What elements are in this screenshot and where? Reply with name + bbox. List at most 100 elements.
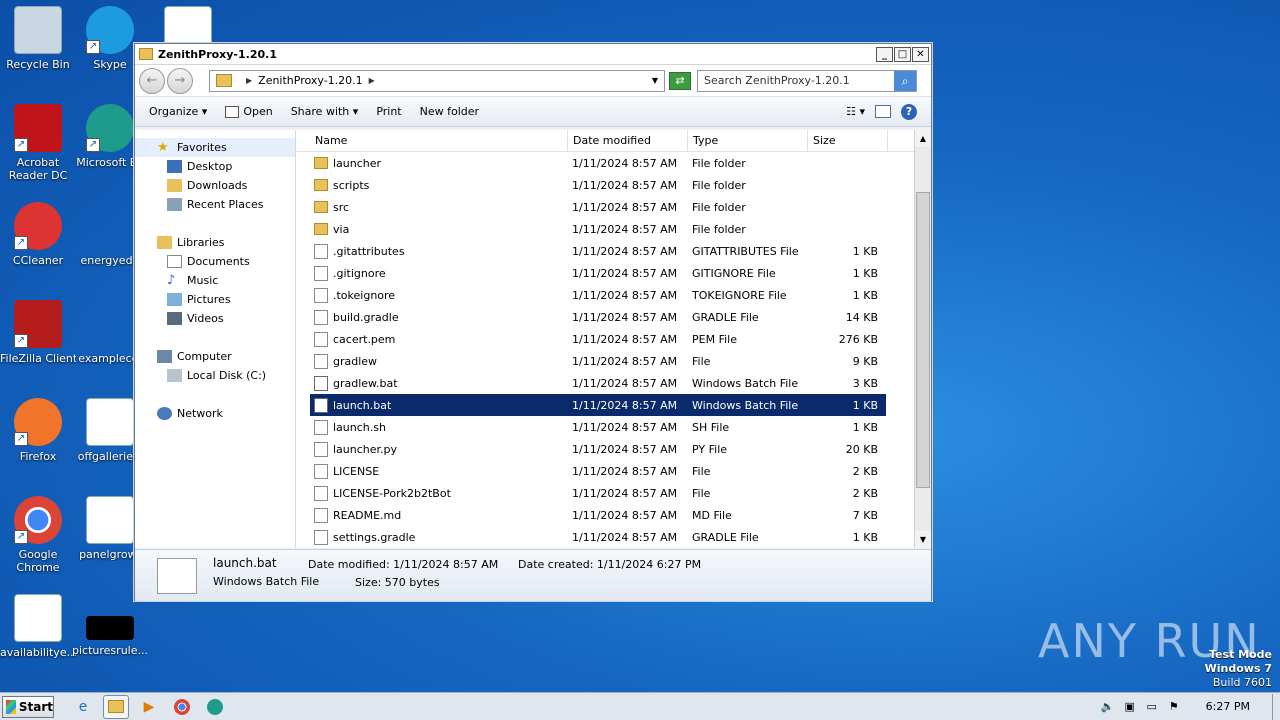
column-type[interactable]: Type — [688, 130, 808, 151]
file-row[interactable]: launcher.py 1/11/2024 8:57 AM PY File 20 KB — [310, 438, 886, 460]
nav-local-disk[interactable]: Local Disk (C:) — [135, 366, 295, 385]
nav-label: Pictures — [187, 293, 231, 306]
chrome-taskbar-icon[interactable] — [169, 695, 195, 719]
organize-button[interactable]: Organize ▾ — [149, 105, 207, 118]
file-name-cell: build.gradle — [310, 309, 568, 325]
refresh-button[interactable]: ⇄ — [669, 71, 691, 90]
file-row[interactable]: launcher 1/11/2024 8:57 AM File folder — [310, 152, 886, 174]
file-row[interactable]: build.gradle 1/11/2024 8:57 AM GRADLE File… — [310, 306, 886, 328]
nav-label: Downloads — [187, 179, 248, 192]
file-row[interactable]: .tokeignore 1/11/2024 8:57 AM TOKEIGNORE F… — [310, 284, 886, 306]
drive-icon — [167, 369, 182, 382]
explorer-taskbar-icon[interactable] — [103, 694, 129, 719]
title-bar[interactable]: ZenithProxy-1.20.1 _ □ ✕ — [135, 44, 931, 65]
file-row[interactable]: scripts 1/11/2024 8:57 AM File folder — [310, 174, 886, 196]
nav-pictures[interactable]: Pictures — [135, 290, 295, 309]
action-center-flag-icon[interactable]: ⚑ — [1166, 700, 1182, 713]
desktop-icon-chrome[interactable]: ↗ Google Chrome — [0, 496, 76, 574]
share-with-button[interactable]: Share with ▾ — [291, 105, 359, 118]
nav-documents[interactable]: Documents — [135, 252, 295, 271]
chevron-down-icon[interactable]: ▼ — [646, 76, 664, 85]
back-button[interactable]: ← — [139, 67, 165, 94]
print-button[interactable]: Print — [376, 105, 401, 118]
details-size: Size: 570 bytes — [355, 576, 440, 589]
file-icon — [314, 463, 328, 479]
desktop-icon-firefox[interactable]: ↗ Firefox — [0, 398, 76, 463]
nav-downloads[interactable]: Downloads — [135, 176, 295, 195]
open-button[interactable]: Open — [225, 105, 273, 118]
nav-computer[interactable]: Computer — [135, 347, 295, 366]
media-player-taskbar-icon[interactable]: ▶ — [136, 695, 162, 719]
chevron-right-icon[interactable]: ▶ — [246, 76, 252, 85]
show-desktop-button[interactable] — [1272, 693, 1280, 720]
nav-desktop[interactable]: Desktop — [135, 157, 295, 176]
file-row[interactable]: README.md 1/11/2024 8:57 AM MD File 7 KB — [310, 504, 886, 526]
file-row[interactable]: gradlew.bat 1/11/2024 8:57 AM Windows Batc… — [310, 372, 886, 394]
file-type: PY File — [692, 442, 728, 456]
nav-label: Computer — [177, 350, 232, 363]
file-type: PEM File — [692, 332, 737, 346]
desktop-icon-filezilla[interactable]: ↗ FileZilla Client — [0, 300, 76, 365]
nav-videos[interactable]: Videos — [135, 309, 295, 328]
nav-recent-places[interactable]: Recent Places — [135, 195, 295, 214]
file-name-cell: .gitignore — [310, 265, 568, 281]
new-folder-button[interactable]: New folder — [420, 105, 479, 118]
maximize-button[interactable]: □ — [894, 46, 911, 62]
search-icon[interactable]: ⌕ — [894, 70, 916, 91]
address-bar[interactable]: ▶ ZenithProxy-1.20.1 ▶ ▼ — [209, 69, 665, 92]
file-row[interactable]: src 1/11/2024 8:57 AM File folder — [310, 196, 886, 218]
file-row[interactable]: .gitattributes 1/11/2024 8:57 AM GITATTRIB… — [310, 240, 886, 262]
forward-button[interactable]: → — [167, 67, 193, 94]
column-name[interactable]: Name — [310, 130, 568, 151]
vertical-scrollbar[interactable]: ▲ ▼ — [914, 130, 931, 548]
start-button[interactable]: Start — [2, 695, 54, 718]
chevron-right-icon[interactable]: ▶ — [369, 76, 375, 85]
file-row[interactable]: LICENSE 1/11/2024 8:57 AM File 2 KB — [310, 460, 886, 482]
file-row[interactable]: cacert.pem 1/11/2024 8:57 AM PEM File 276 K… — [310, 328, 886, 350]
file-name-cell: README.md — [310, 507, 568, 523]
nav-music[interactable]: ♪ Music — [135, 271, 295, 290]
desktop-icon-ccleaner[interactable]: ↗ CCleaner — [0, 202, 76, 267]
scrollbar-thumb[interactable] — [916, 192, 930, 488]
nav-network[interactable]: Network — [135, 404, 295, 423]
videos-icon — [167, 312, 182, 325]
desktop-icon-picturesrule[interactable]: picturesrule... — [72, 594, 148, 657]
column-size[interactable]: Size — [808, 130, 888, 151]
search-input[interactable]: Search ZenithProxy-1.20.1 ⌕ — [697, 69, 917, 92]
desktop-icon-label: Recycle Bin — [6, 58, 70, 71]
file-row[interactable]: via 1/11/2024 8:57 AM File folder — [310, 218, 886, 240]
view-options-icon[interactable]: ☷ ▾ — [846, 105, 865, 118]
clock[interactable]: 6:27 PM — [1206, 700, 1250, 713]
file-type: Windows Batch File — [692, 376, 799, 390]
preview-pane-icon[interactable] — [875, 105, 891, 118]
file-row[interactable]: launch.sh 1/11/2024 8:57 AM SH File 1 KB — [310, 416, 886, 438]
desktop-icon-recycle-bin[interactable]: Recycle Bin — [0, 6, 76, 71]
edge-taskbar-icon[interactable] — [202, 695, 228, 719]
nav-label: Libraries — [177, 236, 225, 249]
file-rows: launcher 1/11/2024 8:57 AM File folder scri… — [296, 152, 931, 548]
file-type: File folder — [692, 156, 746, 170]
file-row[interactable]: settings.gradle 1/11/2024 8:57 AM GRADLE F… — [310, 526, 886, 548]
file-row[interactable]: LICENSE-Pork2b2tBot 1/11/2024 8:57 AM File… — [310, 482, 886, 504]
nav-libraries[interactable]: Libraries — [135, 233, 295, 252]
desktop-icon-acrobat[interactable]: ↗ Acrobat Reader DC — [0, 104, 76, 182]
file-row[interactable]: launch.bat 1/11/2024 8:57 AM Windows Batch… — [310, 394, 886, 416]
file-type: File folder — [692, 222, 746, 236]
scroll-down-arrow[interactable]: ▼ — [915, 531, 931, 548]
file-row[interactable]: .gitignore 1/11/2024 8:57 AM GITIGNORE Fil… — [310, 262, 886, 284]
desktop-icon-availability[interactable]: availabilitye... — [0, 594, 76, 659]
volume-icon[interactable]: 🔈 — [1100, 700, 1116, 713]
scroll-up-arrow[interactable]: ▲ — [915, 130, 931, 147]
file-row[interactable]: gradlew 1/11/2024 8:57 AM File 9 KB — [310, 350, 886, 372]
nav-favorites[interactable]: ★ Favorites — [135, 138, 295, 157]
help-icon[interactable]: ? — [901, 103, 917, 120]
network-tray-icon[interactable]: ▣ — [1122, 700, 1138, 713]
ie-taskbar-icon[interactable]: e — [70, 695, 96, 719]
minimize-button[interactable]: _ — [876, 46, 893, 62]
file-size: 1 KB — [852, 266, 878, 280]
file-name-cell: gradlew.bat — [310, 375, 568, 391]
power-icon[interactable]: ▭ — [1144, 700, 1160, 713]
details-filename: launch.bat — [213, 556, 277, 570]
close-button[interactable]: ✕ — [912, 46, 929, 62]
column-date-modified[interactable]: Date modified — [568, 130, 688, 151]
